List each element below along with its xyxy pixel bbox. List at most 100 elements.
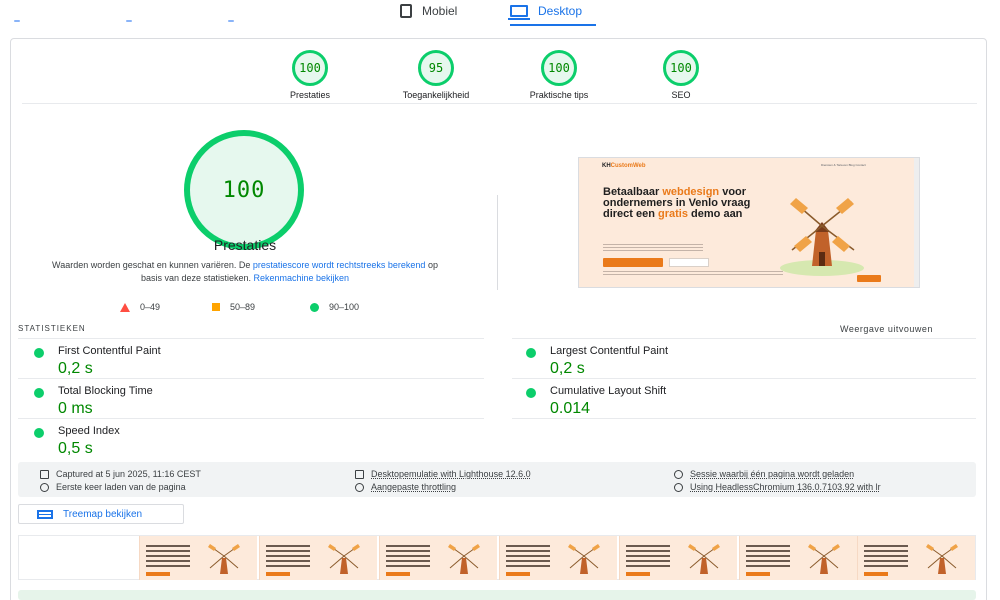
timer-icon [40, 482, 49, 492]
divider [512, 418, 976, 419]
metric-fcp: First Contentful Paint 0,2 s [18, 340, 458, 378]
metric-value: 0,2 s [550, 360, 585, 377]
filmstrip [18, 535, 976, 580]
legend-fail-label: 0–49 [140, 302, 161, 312]
windmill-illustration [780, 198, 864, 276]
screenshot-scrollbar [914, 158, 919, 287]
logo-part: CustomWeb [610, 163, 646, 169]
headline-part: demo aan [688, 208, 743, 220]
gauge-label: Prestaties [289, 90, 331, 100]
screenshot-primary-button [603, 258, 663, 267]
vertical-divider [497, 195, 498, 290]
passed-audits-bar [18, 590, 976, 600]
tab-desktop-label: Desktop [538, 4, 583, 18]
legend-pass-label: 90–100 [329, 302, 360, 312]
legend-pass: 90–100 [310, 302, 359, 312]
monitor-icon [508, 5, 530, 20]
filmstrip-frame [379, 536, 497, 580]
info-throttling[interactable]: Aangepaste throttling [355, 482, 456, 492]
logo-part: KH [602, 163, 611, 169]
desc-text: Waarden worden geschat en kunnen variëre… [52, 260, 253, 270]
metric-value: 0,2 s [58, 360, 93, 377]
info-text: Captured at 5 jun 2025, 11:16 CEST [56, 469, 201, 479]
filmstrip-frame [619, 536, 737, 580]
legend-average: 50–89 [212, 302, 255, 312]
gauge-score: 100 [292, 50, 328, 86]
metric-value: 0,5 s [58, 440, 93, 457]
gauge-label: SEO [671, 90, 691, 100]
info-text: Sessie waarbij één pagina wordt geladen [690, 469, 855, 479]
info-browser[interactable]: Using HeadlessChromium 136.0.7103.92 wit… [674, 482, 881, 492]
filmstrip-frame [499, 536, 617, 580]
metric-tbt: Total Blocking Time 0 ms [18, 380, 458, 418]
view-treemap-button[interactable]: Treemap bekijken [18, 504, 184, 524]
divider [512, 378, 976, 379]
phone-icon [400, 4, 412, 18]
metric-name: Total Blocking Time [58, 385, 153, 397]
headline-part: gratis [658, 208, 688, 220]
divider [18, 378, 484, 379]
info-text: Eerste keer laden van de pagina [56, 482, 186, 492]
run-info-box: Captured at 5 jun 2025, 11:16 CEST Eerst… [18, 462, 976, 497]
gauge-performance[interactable]: 100 Prestaties [250, 50, 370, 100]
divider [512, 338, 976, 339]
metric-cls: Cumulative Layout Shift 0.014 [510, 380, 950, 418]
filmstrip-frame [259, 536, 377, 580]
final-screenshot[interactable]: KHCustomWeb Diensten & Tarieven Blog Con… [578, 157, 920, 288]
people-icon [674, 469, 683, 479]
legend-average-label: 50–89 [230, 302, 256, 312]
expand-view-toggle[interactable]: Weergave uitvouwen [840, 324, 933, 334]
info-captured: Captured at 5 jun 2025, 11:16 CEST [40, 469, 201, 479]
gauge-seo[interactable]: 100 SEO [621, 50, 741, 100]
info-text: Aangepaste throttling [371, 482, 457, 492]
screenshot-footer-text [603, 271, 783, 277]
calculator-link[interactable]: Rekenmachine bekijken [254, 273, 350, 283]
screenshot-logo: KHCustomWeb [602, 163, 646, 169]
circle-icon [310, 302, 319, 312]
metric-name: Speed Index [58, 425, 120, 437]
gauge-label: Toegankelijkheid [402, 90, 470, 100]
info-session[interactable]: Sessie waarbij één pagina wordt geladen [674, 469, 854, 479]
info-text: Desktopemulatie with Lighthouse 12.6.0 [371, 469, 531, 479]
score-legend: 0–49 50–89 90–100 [120, 302, 400, 314]
chrome-icon [674, 482, 683, 492]
divider [18, 338, 484, 339]
category-gauges: 100 Prestaties 95 Toegankelijkheid 100 P… [250, 50, 750, 100]
score-calculation-link[interactable]: prestatiescore wordt rechtstreeks bereke… [253, 260, 426, 270]
pass-circle-icon [526, 388, 536, 398]
tab-desktop[interactable]: Desktop [508, 4, 583, 20]
screenshot-secondary-button [669, 258, 709, 267]
divider [18, 418, 484, 419]
filmstrip-frame [739, 536, 857, 580]
pass-circle-icon [34, 348, 44, 358]
metric-name: First Contentful Paint [58, 345, 161, 357]
metric-name: Largest Contentful Paint [550, 345, 669, 357]
device-tabs: Mobiel Desktop [0, 0, 1000, 32]
legend-fail: 0–49 [120, 302, 160, 312]
gauge-score: 95 [418, 50, 454, 86]
metric-lcp: Largest Contentful Paint 0,2 s [510, 340, 950, 378]
monitor-icon [355, 469, 364, 479]
gauge-label: Praktische tips [529, 90, 589, 100]
divider [22, 103, 977, 104]
gauge-accessibility[interactable]: 95 Toegankelijkheid [376, 50, 496, 100]
gauge-score: 100 [663, 50, 699, 86]
stats-heading: STATISTIEKEN [18, 324, 86, 333]
info-emulation[interactable]: Desktopemulatie with Lighthouse 12.6.0 [355, 469, 531, 479]
performance-description: Waarden worden geschat en kunnen variëre… [50, 259, 440, 285]
calendar-icon [40, 469, 49, 479]
pass-circle-icon [34, 428, 44, 438]
pass-circle-icon [526, 348, 536, 358]
tab-mobile[interactable]: Mobiel [400, 4, 457, 18]
gauge-score: 100 [541, 50, 577, 86]
square-icon [212, 303, 220, 311]
screenshot-nav: Diensten & Tarieven Blog Contact [821, 163, 866, 167]
metric-si: Speed Index 0,5 s [18, 420, 458, 458]
pass-circle-icon [34, 388, 44, 398]
filmstrip-frame [139, 536, 257, 580]
gauge-best-practices[interactable]: 100 Praktische tips [499, 50, 619, 100]
treemap-label: Treemap bekijken [63, 508, 143, 520]
active-tab-indicator [510, 24, 596, 26]
info-first-load: Eerste keer laden van de pagina [40, 482, 186, 492]
screenshot-headline: Betaalbaar webdesign voor ondernemers in… [603, 187, 763, 220]
